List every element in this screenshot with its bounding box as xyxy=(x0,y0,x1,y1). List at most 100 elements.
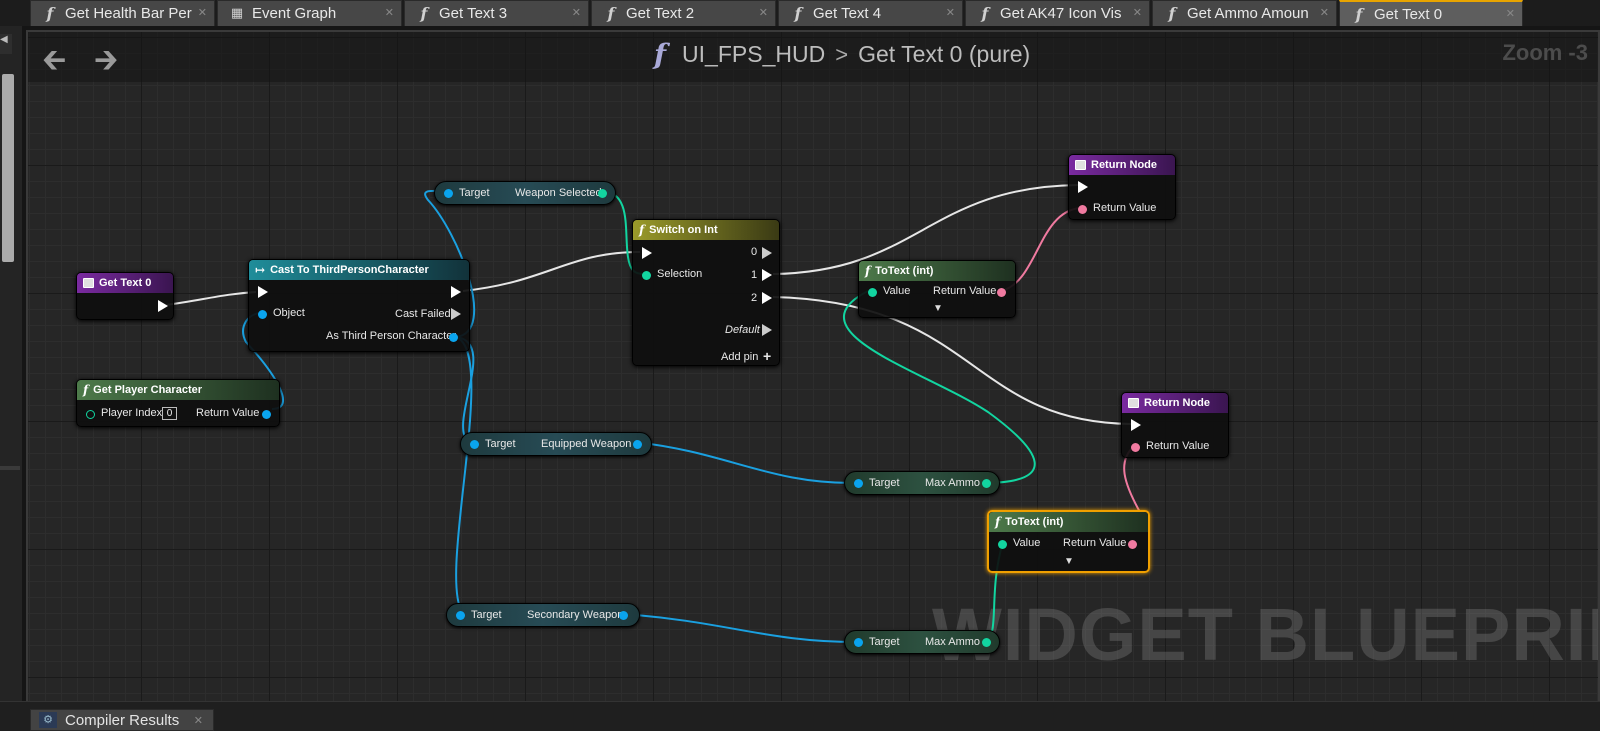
tab-label: Get AK47 Icon Vis xyxy=(1000,5,1122,22)
tab-get-ammo-amount[interactable]: f Get Ammo Amoun ✕ xyxy=(1152,0,1337,26)
weapon-selected-pin[interactable] xyxy=(598,189,607,198)
node-return-node-2[interactable]: Return Node Return Value xyxy=(1121,392,1229,458)
blueprint-graph-canvas[interactable]: 🡰 🡲 f UI_FPS_HUD > Get Text 0 (pure) Zoo… xyxy=(26,30,1600,705)
pin-label: Return Value xyxy=(1093,202,1157,214)
case-1-pin[interactable] xyxy=(762,269,772,281)
node-title: Return Node xyxy=(1091,159,1157,171)
add-pin-button[interactable]: Add pin xyxy=(721,351,758,363)
tab-get-health-bar[interactable]: f Get Health Bar Per ✕ xyxy=(30,0,215,26)
tab-label: Compiler Results xyxy=(65,711,180,729)
pin-label: Max Ammo xyxy=(925,477,981,489)
value-pin[interactable] xyxy=(998,540,1007,549)
node-get-secondary-weapon[interactable]: Target Secondary Weapon xyxy=(446,603,640,627)
return-value-pin[interactable] xyxy=(262,410,271,419)
switch-icon: f xyxy=(639,223,645,237)
target-pin[interactable] xyxy=(444,189,453,198)
pin-label: As Third Person Character xyxy=(326,330,457,342)
node-switch-on-int[interactable]: f Switch on Int 0 Selection 1 2 Default A… xyxy=(632,219,780,366)
tab-get-text-0[interactable]: f Get Text 0 ✕ xyxy=(1339,0,1523,26)
pin-label: Player Index xyxy=(101,407,163,419)
node-get-max-ammo-2[interactable]: Target Max Ammo xyxy=(844,630,1000,654)
pin-label: Return Value xyxy=(196,407,260,419)
tab-get-text-2[interactable]: f Get Text 2 ✕ xyxy=(591,0,776,26)
return-value-pin[interactable] xyxy=(1131,443,1140,452)
pin-label: Default xyxy=(725,324,760,336)
node-get-text-0[interactable]: Get Text 0 xyxy=(76,272,174,320)
function-icon: f xyxy=(83,383,89,397)
target-pin[interactable] xyxy=(456,611,465,620)
close-icon[interactable]: ✕ xyxy=(194,714,203,727)
player-index-input[interactable]: 0 xyxy=(162,407,177,420)
tab-compiler-results[interactable]: ⚙ Compiler Results ✕ xyxy=(30,709,214,731)
default-pin[interactable] xyxy=(762,324,772,336)
exec-out-pin[interactable] xyxy=(158,300,168,312)
node-header: f Get Player Character xyxy=(77,380,279,400)
close-icon[interactable]: ✕ xyxy=(759,6,768,19)
node-get-player-character[interactable]: f Get Player Character Player Index 0 Ret… xyxy=(76,379,280,427)
case-0-pin[interactable] xyxy=(762,247,772,259)
object-pin[interactable] xyxy=(258,310,267,319)
target-pin[interactable] xyxy=(470,440,479,449)
return-icon xyxy=(1128,398,1139,408)
object-wire xyxy=(624,613,858,643)
close-icon[interactable]: ✕ xyxy=(1320,6,1329,19)
close-icon[interactable]: ✕ xyxy=(572,6,581,19)
return-value-pin[interactable] xyxy=(997,288,1006,297)
tab-label: Get Text 2 xyxy=(626,5,695,22)
node-return-node-1[interactable]: Return Node Return Value xyxy=(1068,154,1176,220)
node-title: Get Player Character xyxy=(93,384,203,396)
expand-arrow-icon[interactable]: ▼ xyxy=(1064,556,1074,567)
node-get-weapon-selected[interactable]: Target Weapon Selected xyxy=(434,181,616,205)
node-header: Return Node xyxy=(1069,155,1175,175)
node-cast-to-third-person-character[interactable]: ↦ Cast To ThirdPersonCharacter Object Cas… xyxy=(248,259,470,352)
exec-in-pin[interactable] xyxy=(1078,181,1088,193)
close-icon[interactable]: ✕ xyxy=(1133,6,1142,19)
collapse-arrow-icon[interactable]: ◀ xyxy=(0,34,12,54)
plus-icon[interactable]: + xyxy=(763,348,771,364)
exec-in-pin[interactable] xyxy=(642,247,652,259)
node-get-equipped-weapon[interactable]: Target Equipped Weapon xyxy=(460,432,652,456)
pin-label: 1 xyxy=(751,269,758,281)
function-entry-icon xyxy=(83,278,94,288)
bottom-panel-bar xyxy=(0,701,1600,731)
close-icon[interactable]: ✕ xyxy=(198,6,207,19)
cast-failed-pin[interactable] xyxy=(451,308,461,320)
close-icon[interactable]: ✕ xyxy=(385,6,394,19)
tab-get-text-3[interactable]: f Get Text 3 ✕ xyxy=(404,0,589,26)
exec-out-pin[interactable] xyxy=(451,286,461,298)
pin-label: Target xyxy=(869,636,900,648)
document-tab-bar: f Get Health Bar Per ✕ ▦ Event Graph ✕ f… xyxy=(0,0,1600,26)
exec-in-pin[interactable] xyxy=(1131,419,1141,431)
player-index-pin[interactable] xyxy=(86,410,95,419)
as-third-person-character-pin[interactable] xyxy=(449,333,458,342)
node-totext-int-1[interactable]: f ToText (int) Value Return Value ▼ xyxy=(858,260,1016,318)
selection-pin[interactable] xyxy=(642,271,651,280)
expand-arrow-icon[interactable]: ▼ xyxy=(933,303,943,314)
close-icon[interactable]: ✕ xyxy=(946,6,955,19)
tab-label: Get Ammo Amoun xyxy=(1187,5,1309,22)
close-icon[interactable]: ✕ xyxy=(1506,7,1515,20)
node-title: ToText (int) xyxy=(1005,516,1064,528)
target-pin[interactable] xyxy=(854,638,863,647)
secondary-weapon-pin[interactable] xyxy=(619,611,628,620)
return-value-pin[interactable] xyxy=(1128,540,1137,549)
scrollbar[interactable] xyxy=(2,74,14,262)
max-ammo-pin[interactable] xyxy=(982,479,991,488)
exec-in-pin[interactable] xyxy=(258,286,268,298)
tab-event-graph[interactable]: ▦ Event Graph ✕ xyxy=(217,0,402,26)
tab-get-ak47-icon[interactable]: f Get AK47 Icon Vis ✕ xyxy=(965,0,1150,26)
pin-label: Return Value xyxy=(1146,440,1210,452)
object-wire xyxy=(455,336,473,613)
node-totext-int-2[interactable]: f ToText (int) Value Return Value ▼ xyxy=(987,510,1150,573)
object-wire xyxy=(633,441,858,485)
return-value-pin[interactable] xyxy=(1078,205,1087,214)
tab-label: Get Text 4 xyxy=(813,5,882,22)
value-pin[interactable] xyxy=(868,288,877,297)
case-2-pin[interactable] xyxy=(762,292,772,304)
tab-get-text-4[interactable]: f Get Text 4 ✕ xyxy=(778,0,963,26)
max-ammo-pin[interactable] xyxy=(982,638,991,647)
target-pin[interactable] xyxy=(854,479,863,488)
pin-label: Cast Failed xyxy=(395,308,451,320)
equipped-weapon-pin[interactable] xyxy=(633,440,642,449)
node-get-max-ammo-1[interactable]: Target Max Ammo xyxy=(844,471,1000,495)
